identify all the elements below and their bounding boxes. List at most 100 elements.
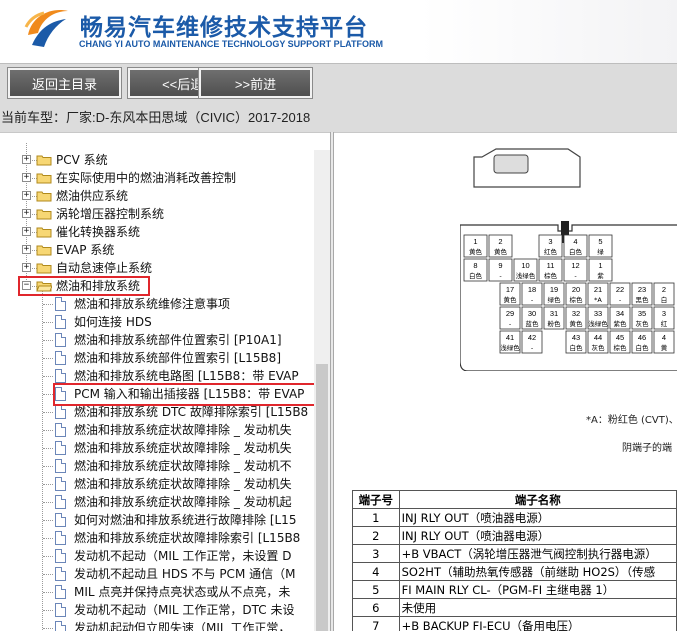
tree-document-item[interactable]: 燃油和排放系统症状故障排除 _ 发动机不	[74, 457, 292, 475]
vehicle-value: 厂家:D-东风本田思域（CIVIC）2017-2018	[66, 110, 311, 125]
connector-pin: 30蓝色	[521, 306, 543, 330]
terminal-name: FI MAIN RLY CL-（PGM-FI 主继电器 1）	[398, 580, 677, 599]
vehicle-bar: 当前车型：厂家:D-东风本田思域（CIVIC）2017-2018	[0, 101, 677, 132]
expand-toggle[interactable]: +	[22, 245, 31, 254]
tree-folder-item[interactable]: EVAP 系统	[56, 241, 114, 259]
content-panel: 1 黄色 2 黄色 3 红色 4 白色 5 绿 8 白色 9-10 浅绿色 11 棕色 12-1 紫 17 黄色 18-…	[334, 132, 677, 631]
forward-button[interactable]: >>前进	[198, 67, 313, 99]
tree-guide-line	[43, 394, 53, 395]
highlight-box-folder	[18, 276, 150, 296]
pin-color: 棕色	[544, 271, 558, 280]
expand-toggle[interactable]: +	[22, 263, 31, 272]
document-icon	[55, 549, 66, 563]
tree-guide-line	[43, 340, 53, 341]
pin-color: 黑色	[636, 295, 650, 304]
app-subtitle: CHANG YI AUTO MAINTENANCE TECHNOLOGY SUP…	[79, 39, 384, 49]
pin-color: 白	[661, 295, 668, 304]
tree-folder-item[interactable]: 在实际使用中的燃油消耗改善控制	[56, 169, 236, 187]
tree-document-item[interactable]: 发动机不起动（MIL 工作正常，未设置 D	[74, 547, 291, 565]
connector-pin: 34紫色	[609, 306, 631, 330]
tree-document-item[interactable]: 发动机起动但立即失速（MIL 工作正常，	[74, 619, 290, 631]
tree-guide-line	[43, 430, 53, 431]
connector-pin: 23黑色	[631, 282, 653, 306]
folder-icon	[36, 191, 52, 202]
pin-number: 46	[638, 333, 646, 342]
document-icon	[55, 477, 66, 491]
expand-toggle[interactable]: +	[22, 173, 31, 182]
document-icon	[55, 513, 66, 527]
table-row: 3 +B VBACT（涡轮增压器泄气阀控制执行器电源）	[352, 544, 677, 563]
tree-document-item[interactable]: 燃油和排放系统症状故障排除 _ 发动机失	[74, 421, 292, 439]
tree-document-item[interactable]: 燃油和排放系统维修注意事项	[74, 295, 230, 313]
pin-color: 红	[661, 319, 668, 328]
tree-guide-line	[43, 556, 53, 557]
tree-document-item[interactable]: 燃油和排放系统症状故障排除 _ 发动机失	[74, 475, 292, 493]
pin-color: 绿	[597, 247, 604, 256]
pin-number: 18	[528, 285, 536, 294]
folder-icon	[36, 209, 52, 220]
pin-number: 2	[662, 285, 666, 294]
home-button[interactable]: 返回主目录	[7, 67, 122, 99]
tree-document-item[interactable]: 如何连接 HDS	[74, 313, 152, 331]
pin-color: 白色	[570, 343, 584, 352]
terminal-name: +B VBACT（涡轮增压器泄气阀控制执行器电源）	[398, 544, 677, 563]
table-row: 5 FI MAIN RLY CL-（PGM-FI 主继电器 1）	[352, 580, 677, 599]
tree-document-item[interactable]: 燃油和排放系统症状故障排除 _ 发动机失	[74, 439, 292, 457]
pin-number: 22	[616, 285, 624, 294]
terminal-name: INJ RLY OUT（喷油器电源）	[398, 508, 677, 527]
app-header: 畅易汽车维修技术支持平台 CHANG YI AUTO MAINTENANCE T…	[0, 0, 677, 63]
connector-pin: 9-	[488, 258, 513, 282]
document-icon	[55, 441, 66, 455]
connector-diagram: 1黄色2黄色3红色4白色5绿8白色9-10浅绿色11棕色12-1紫17黄色18-…	[460, 221, 677, 371]
expand-toggle[interactable]: +	[22, 155, 31, 164]
terminal-number: 6	[352, 598, 400, 617]
pin-number: 2	[498, 237, 502, 246]
pin-number: 41	[506, 333, 514, 342]
document-icon	[55, 369, 66, 383]
tree-document-item[interactable]: 燃油和排放系统症状故障排除 _ 发动机起	[74, 493, 292, 511]
pin-number: 45	[616, 333, 624, 342]
vehicle-label: 当前车型：	[1, 110, 67, 125]
pin-number: 9	[498, 261, 502, 270]
tree-scrollbar-thumb[interactable]	[316, 364, 328, 631]
pin-number: 30	[528, 309, 536, 318]
pin-color: 浅绿色	[500, 343, 520, 352]
connector-pin: 4黄	[653, 330, 675, 354]
connector-pin: 18-	[521, 282, 543, 306]
expand-toggle[interactable]: +	[22, 209, 31, 218]
tree-guide-line	[43, 376, 53, 377]
tree-document-item[interactable]: 发动机不起动（MIL 工作正常，DTC 未设	[74, 601, 294, 619]
terminal-name: SO2HT（辅助热氧传感器（前继助 HO2S）（传感	[398, 562, 677, 581]
connector-pin: 31粉色	[543, 306, 565, 330]
document-icon	[55, 585, 66, 599]
tree-folder-item[interactable]: 催化转换器系统	[56, 223, 140, 241]
tree-folder-item[interactable]: PCV 系统	[56, 151, 108, 169]
folder-icon	[36, 227, 52, 238]
terminal-number: 3	[352, 544, 400, 563]
col-header-name: 端子名称	[398, 490, 677, 509]
connector-top-outline	[473, 148, 581, 188]
connector-pin: 8白色	[463, 258, 488, 282]
expand-toggle[interactable]: +	[22, 191, 31, 200]
pin-number: 23	[638, 285, 646, 294]
tree-document-item[interactable]: 燃油和排放系统部件位置索引 [L15B8]	[74, 349, 281, 367]
tree-guide-line	[43, 538, 53, 539]
pin-number: 12	[571, 261, 579, 270]
connector-pin: 29-	[499, 306, 521, 330]
tree-document-item[interactable]: 如何对燃油和排放系统进行故障排除 [L15	[74, 511, 296, 529]
tree-document-item[interactable]: 燃油和排放系统症状故障排除索引 [L15B8	[74, 529, 300, 547]
connector-pin: 2白	[653, 282, 675, 306]
tree-document-item[interactable]: 燃油和排放系统部件位置索引 [P10A1]	[74, 331, 282, 349]
pin-note: *A：粉红色 (CVT)、	[586, 415, 677, 426]
pin-number: 21	[594, 285, 602, 294]
tree-guide-line	[43, 448, 53, 449]
tree-document-item[interactable]: 发动机不起动且 HDS 不与 PCM 通信（M	[74, 565, 295, 583]
tree-folder-item[interactable]: 自动怠速停止系统	[56, 259, 152, 277]
terminal-number: 7	[352, 616, 400, 631]
tree-folder-item[interactable]: 涡轮增压器控制系统	[56, 205, 164, 223]
expand-toggle[interactable]: +	[22, 227, 31, 236]
tree-folder-item[interactable]: 燃油供应系统	[56, 187, 128, 205]
tree-guide-line	[43, 502, 53, 503]
pin-number: 1	[598, 261, 602, 270]
tree-document-item[interactable]: MIL 点亮并保持点亮状态或从不点亮，未	[74, 583, 290, 601]
